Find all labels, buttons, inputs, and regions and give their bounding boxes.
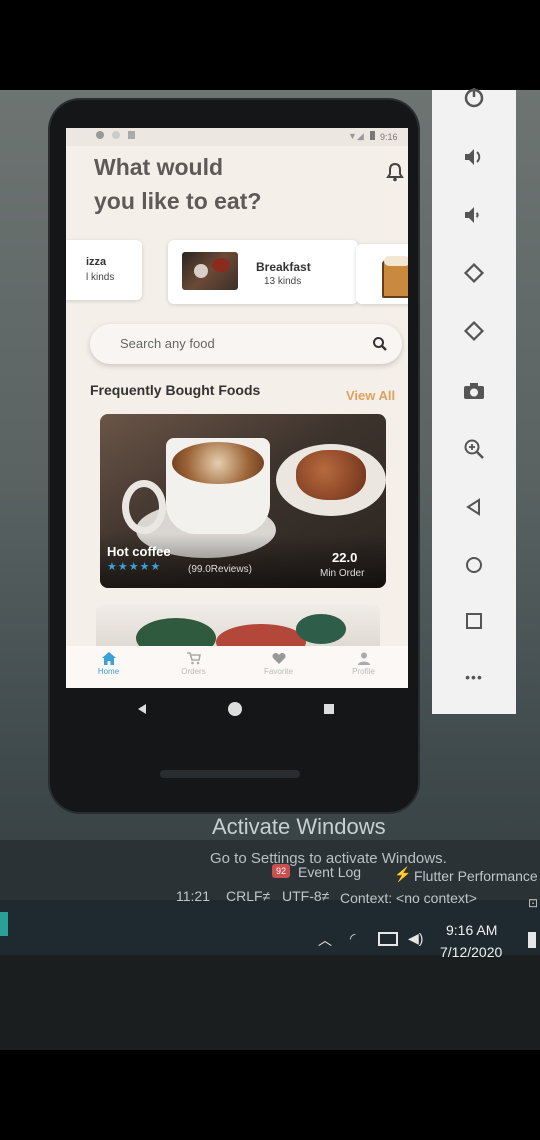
rating-stars: ★★★★★: [107, 561, 162, 573]
page-title-line1: What would: [94, 154, 224, 180]
flutter-icon: ⚡: [394, 866, 412, 882]
search-icon[interactable]: [372, 336, 388, 357]
chevron-up-icon[interactable]: ︿: [318, 930, 332, 950]
lock-icon[interactable]: ⊡: [528, 896, 538, 910]
sd-card-icon: [128, 131, 135, 139]
android-overview-icon[interactable]: [324, 704, 334, 714]
nav-favorite[interactable]: Favorite: [236, 646, 321, 688]
notification-icon: [96, 131, 104, 139]
category-card-pizza[interactable]: izza l kinds: [66, 240, 142, 300]
nav-label: Home: [97, 667, 120, 676]
overview-icon[interactable]: [459, 606, 489, 636]
category-card-drinks[interactable]: [356, 244, 408, 304]
status-time: 9:16: [380, 132, 398, 142]
camera-icon[interactable]: [459, 376, 489, 406]
food-card-hot-coffee[interactable]: Hot coffee ★★★★★ (99.0Reviews) 22.0 Min …: [100, 414, 386, 588]
search-bar[interactable]: [90, 324, 402, 364]
review-count: (99.0Reviews): [188, 564, 252, 575]
bottom-navigation: Home Orders Favorite Profile: [66, 646, 408, 688]
nav-home[interactable]: Home: [66, 646, 151, 688]
activate-windows-title: Activate Windows: [212, 814, 386, 839]
nav-profile[interactable]: Profile: [321, 646, 406, 688]
android-home-icon[interactable]: [228, 702, 242, 716]
home-icon: [101, 652, 116, 665]
flutter-performance-tab[interactable]: Flutter Performance: [414, 868, 538, 884]
cup-handle: [122, 480, 166, 534]
nav-label: Profile: [352, 667, 375, 676]
android-back-icon[interactable]: [136, 702, 148, 720]
clock-date[interactable]: 7/12/2020: [440, 944, 502, 960]
rotate-right-icon[interactable]: [459, 316, 489, 346]
cursor-position[interactable]: 11:21: [176, 888, 210, 904]
nav-label: Orders: [181, 667, 206, 676]
wifi-icon: ▼◢: [348, 131, 364, 141]
phone-speaker: [160, 770, 300, 778]
page-title-line2: you like to eat?: [94, 188, 262, 214]
search-input[interactable]: [118, 335, 342, 352]
android-status-bar: ▼◢ 9:16: [66, 128, 408, 146]
category-card-breakfast[interactable]: Breakfast 13 kinds: [168, 240, 358, 304]
greens-image: [296, 614, 346, 644]
file-encoding[interactable]: UTF-8≠: [282, 888, 329, 904]
home-icon[interactable]: [459, 550, 489, 580]
more-icon[interactable]: •••: [459, 662, 489, 692]
rotate-left-icon[interactable]: [459, 258, 489, 288]
beer-mug-icon: [382, 256, 408, 298]
event-log-badge: 92: [272, 864, 290, 878]
back-icon[interactable]: [459, 492, 489, 522]
zoom-in-icon[interactable]: [459, 434, 489, 464]
clock-time[interactable]: 9:16 AM: [446, 922, 497, 938]
phone-screen: ▼◢ 9:16 What would you like to eat? izza…: [66, 128, 408, 688]
category-kinds: 13 kinds: [264, 276, 302, 287]
food-name: Hot coffee: [107, 544, 171, 559]
price: 22.0: [332, 550, 358, 565]
pastry-image: [296, 450, 366, 500]
volume-up-icon[interactable]: [459, 142, 489, 172]
desk-area: [0, 955, 540, 1050]
sync-icon: [112, 131, 120, 139]
category-name: Breakfast: [256, 260, 311, 274]
coffee-cup-image: [166, 438, 270, 534]
wifi-tray-icon[interactable]: ◜: [350, 930, 355, 947]
notification-bell-icon[interactable]: [386, 162, 404, 187]
line-separator[interactable]: CRLF≠: [226, 888, 270, 904]
cart-icon: [186, 652, 201, 665]
notifications-icon[interactable]: [528, 932, 536, 948]
power-icon[interactable]: [459, 82, 489, 112]
view-all-link[interactable]: View All: [346, 388, 395, 403]
category-kinds: l kinds: [86, 272, 115, 283]
price-caption: Min Order: [320, 568, 365, 579]
emulator-toolbar: •••: [432, 88, 516, 714]
nav-orders[interactable]: Orders: [151, 646, 236, 688]
speaker-tray-icon[interactable]: ◀): [408, 930, 423, 947]
taskbar-app-icon[interactable]: [0, 912, 8, 936]
battery-icon: [370, 131, 375, 140]
breakfast-image: [182, 252, 238, 290]
category-name: izza: [86, 256, 107, 268]
event-log-tab[interactable]: Event Log: [298, 864, 361, 880]
person-icon: [357, 652, 371, 665]
context-indicator[interactable]: Context: <no context>: [340, 890, 477, 906]
battery-tray-icon[interactable]: [378, 932, 398, 946]
volume-down-icon[interactable]: [459, 200, 489, 230]
section-title: Frequently Bought Foods: [90, 382, 261, 398]
android-nav-bar: [66, 688, 408, 744]
heart-icon: [272, 652, 286, 665]
nav-label: Favorite: [264, 667, 293, 676]
